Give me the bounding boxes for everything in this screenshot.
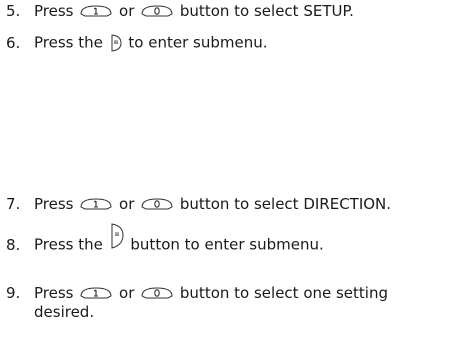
step-text: or <box>114 2 140 20</box>
step-6: 6. Press the to enter submenu. <box>6 33 473 53</box>
step-number: 5. <box>6 2 21 20</box>
step-number: 8. <box>6 235 21 254</box>
step-text: or <box>114 284 140 302</box>
step-number: 9. <box>6 284 21 302</box>
step-9: 9. Press or button to select one setting <box>6 284 473 302</box>
step-7: 7. Press or button to select DIRECTION. <box>6 195 473 213</box>
step-text: button to select one setting <box>175 284 388 302</box>
step-text: or <box>114 195 140 213</box>
up-button-icon <box>80 4 112 16</box>
step-text: Press the <box>34 235 108 254</box>
step-text: Press the <box>34 33 108 52</box>
step-8: 8. Press the button to enter submenu. <box>6 223 473 259</box>
enter-button-icon <box>111 223 124 249</box>
step-text: button to select DIRECTION. <box>175 195 392 213</box>
step-text: Press <box>34 195 79 213</box>
step-text: to enter submenu. <box>123 33 268 52</box>
down-button-icon <box>141 4 173 16</box>
step-number: 7. <box>6 195 21 213</box>
enter-button-icon <box>111 34 122 52</box>
step-text: button to select SETUP. <box>175 2 354 20</box>
step-text: Press <box>34 284 79 302</box>
down-button-icon <box>141 286 173 298</box>
up-button-icon <box>80 197 112 209</box>
manual-page: { "steps": [ { "number": "5.", "before":… <box>0 0 473 341</box>
down-button-icon <box>141 197 173 209</box>
step-text: Press <box>34 2 79 20</box>
step-5: 5. Press or button to select SETUP. <box>6 2 473 20</box>
step-text: button to enter submenu. <box>125 235 324 254</box>
step-9-continuation: desired. <box>34 303 95 321</box>
up-button-icon <box>80 286 112 298</box>
step-number: 6. <box>6 33 21 52</box>
